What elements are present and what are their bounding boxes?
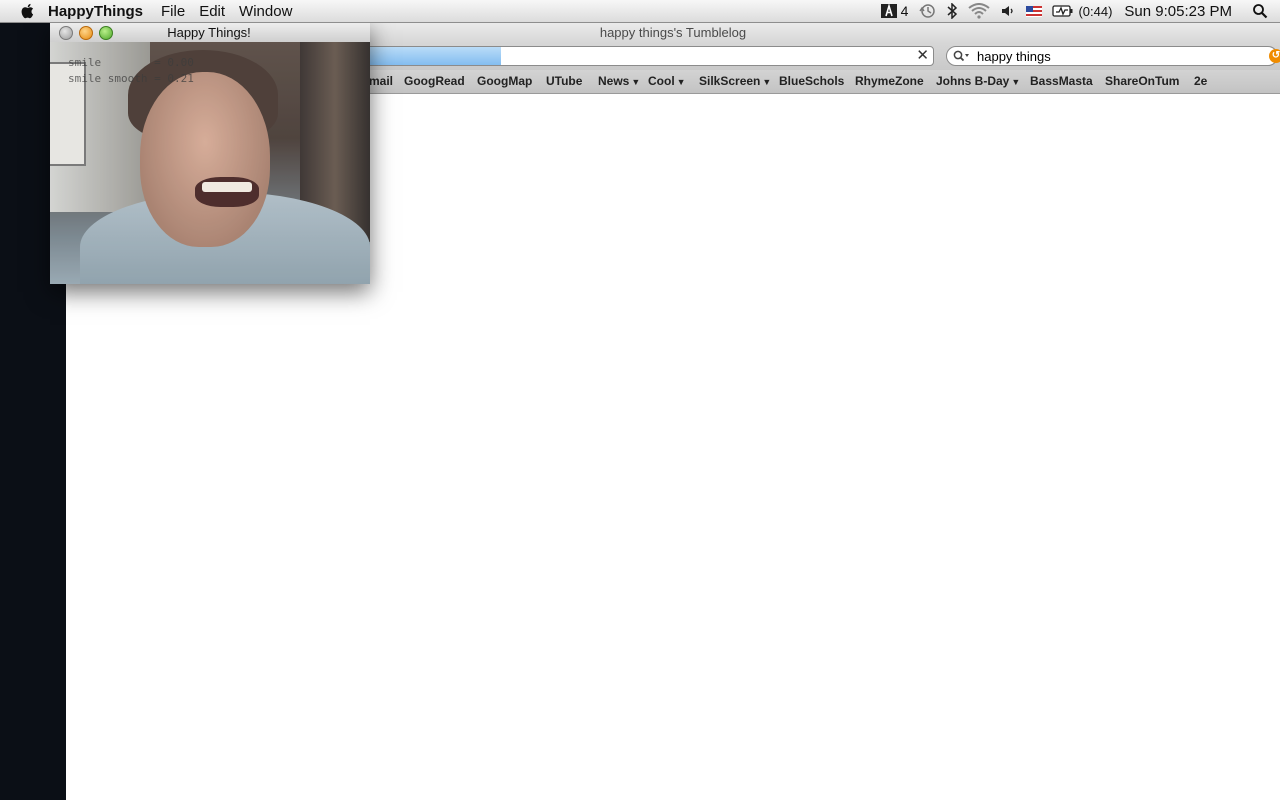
bookmark-shareontum[interactable]: ShareOnTum <box>1105 74 1179 88</box>
bookmark-mail[interactable]: mail <box>369 74 393 88</box>
battery-time: (0:44) <box>1078 3 1113 19</box>
chevron-down-icon: ▼ <box>1011 77 1021 87</box>
chevron-down-icon: ▼ <box>762 77 772 87</box>
bookmark-utube[interactable]: UTube <box>546 74 582 88</box>
time-machine-icon[interactable] <box>918 3 936 19</box>
chevron-down-icon: ▼ <box>631 77 641 87</box>
safari-window-title: happy things's Tumblelog <box>599 25 747 40</box>
snapback-icon[interactable]: ↺ <box>1269 49 1280 63</box>
menu-window[interactable]: Window <box>239 3 292 20</box>
search-input[interactable]: happy things <box>977 49 1051 64</box>
bookmark-rhymezone[interactable]: RhymeZone <box>855 74 924 88</box>
chevron-down-icon: ▼ <box>676 77 686 87</box>
battery-status[interactable]: (0:44) <box>1052 4 1112 19</box>
search-icon[interactable] <box>953 50 971 62</box>
close-button[interactable] <box>59 26 73 40</box>
bookmark-news[interactable]: News ▼ <box>598 74 640 88</box>
zoom-button[interactable] <box>99 26 113 40</box>
menu-bar: HappyThings File Edit Window 4 (0:44) Su… <box>0 0 1280 23</box>
search-field[interactable]: happy things ↺ <box>946 46 1280 66</box>
bookmark-2e[interactable]: 2e <box>1194 74 1207 88</box>
bookmark-googmap[interactable]: GoogMap <box>477 74 532 88</box>
apple-icon[interactable] <box>20 3 34 19</box>
wifi-icon[interactable] <box>968 3 991 19</box>
page-load-progress <box>367 47 501 65</box>
minimize-button[interactable] <box>79 26 93 40</box>
menu-app-name[interactable]: HappyThings <box>48 3 143 20</box>
bluetooth-icon[interactable] <box>946 3 958 19</box>
volume-icon[interactable] <box>1000 3 1016 19</box>
adobe-icon <box>880 4 897 18</box>
battery-icon <box>1052 5 1073 17</box>
menu-file[interactable]: File <box>161 3 185 20</box>
us-flag-icon[interactable] <box>1026 5 1043 17</box>
happythings-title: Happy Things! <box>167 25 251 40</box>
smile-smooth-value-text: smile smooth = 0.21 <box>68 72 194 85</box>
menu-edit[interactable]: Edit <box>199 3 225 20</box>
bookmark-johns-bday[interactable]: Johns B-Day ▼ <box>936 74 1020 88</box>
smile-value-text: smile = 0.00 <box>68 56 194 69</box>
address-bar[interactable]: ✕ <box>366 46 934 66</box>
happythings-window: Happy Things! smile = 0.00 smile smooth … <box>50 22 370 284</box>
webcam-video: smile = 0.00 smile smooth = 0.21 <box>50 42 370 284</box>
bookmark-cool[interactable]: Cool ▼ <box>648 74 686 88</box>
adobe-status[interactable]: 4 <box>880 3 909 19</box>
bookmark-silkscreen[interactable]: SilkScreen ▼ <box>699 74 771 88</box>
happythings-titlebar[interactable]: Happy Things! <box>50 22 370 43</box>
menu-clock[interactable]: Sun 9:05:23 PM <box>1124 3 1232 20</box>
spotlight-icon[interactable] <box>1252 3 1268 19</box>
stop-loading-icon[interactable]: ✕ <box>916 47 929 65</box>
bookmark-blueschols[interactable]: BlueSchols <box>779 74 844 88</box>
adobe-count: 4 <box>900 3 909 19</box>
bookmark-googread[interactable]: GoogRead <box>404 74 465 88</box>
bookmark-bassmasta[interactable]: BassMasta <box>1030 74 1093 88</box>
status-area: 4 (0:44) Sun 9:05:23 PM <box>871 0 1280 22</box>
